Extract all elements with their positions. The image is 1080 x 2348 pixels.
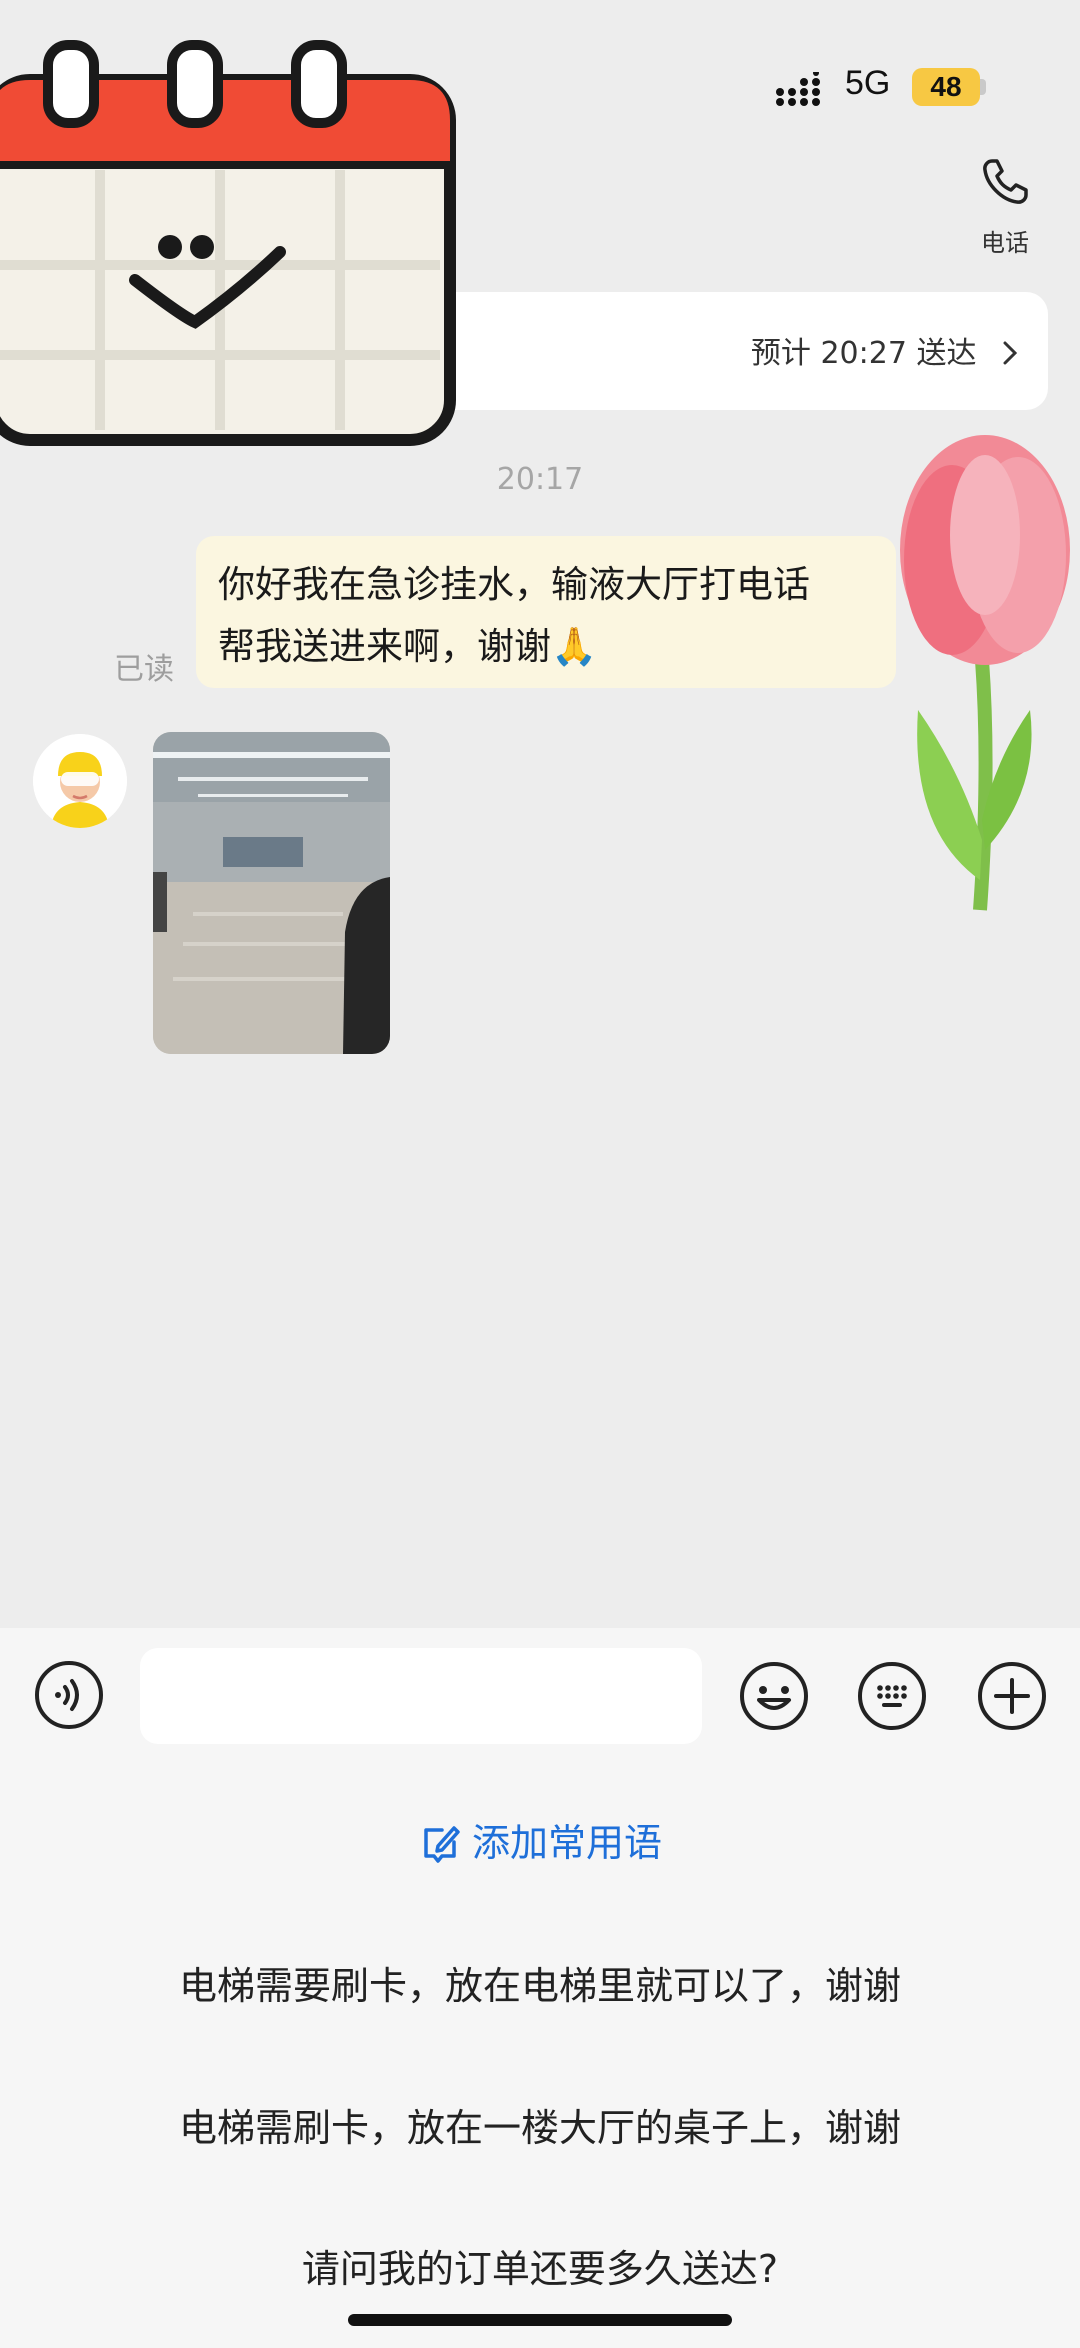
call-button[interactable]: 电话 [960,155,1050,265]
battery-cap [980,79,986,95]
read-status: 已读 [114,652,174,687]
signal-icon [776,72,820,106]
voice-input-icon[interactable] [34,1660,104,1730]
tulip-sticker [900,435,1070,911]
courier-avatar[interactable] [33,734,127,828]
message-text-line1: 你好我在急诊挂水，输液大厅打电话 [218,563,810,606]
edit-note-icon [424,1826,460,1863]
add-phrase-label: 添加常用语 [471,1821,662,1865]
message-input[interactable] [140,1648,702,1744]
image-message[interactable] [153,732,390,1054]
plus-icon[interactable] [976,1660,1048,1732]
network-type: 5G [845,64,891,102]
emoji-icon[interactable] [738,1660,810,1732]
chevron-right-icon [1003,341,1018,365]
quick-phrase-item[interactable]: 电梯需刷卡，放在一楼大厅的桌子上，谢谢 [0,2097,1080,2152]
add-phrase-button[interactable]: 添加常用语 [0,1812,1080,1867]
courier-avatar-icon [33,734,127,828]
phone-icon [983,159,1028,204]
quick-phrase-item[interactable]: 电梯需要刷卡，放在电梯里就可以了，谢谢 [0,1955,1080,2010]
delivery-eta-text: 预计 20:27 送达 [750,336,977,371]
home-indicator[interactable] [348,2314,732,2326]
battery-indicator: 48 [912,68,980,106]
outgoing-message-bubble[interactable]: 你好我在急诊挂水，输液大厅打电话 帮我送进来啊，谢谢🙏 [196,536,896,688]
message-text-line2: 帮我送进来啊，谢谢🙏 [218,625,598,668]
calendar-sticker [0,40,456,446]
keyboard-icon[interactable] [856,1660,928,1732]
hospital-hall-photo [153,732,390,1054]
call-label: 电话 [981,229,1029,257]
quick-phrase-item[interactable]: 请问我的订单还要多久送达? [0,2238,1080,2293]
